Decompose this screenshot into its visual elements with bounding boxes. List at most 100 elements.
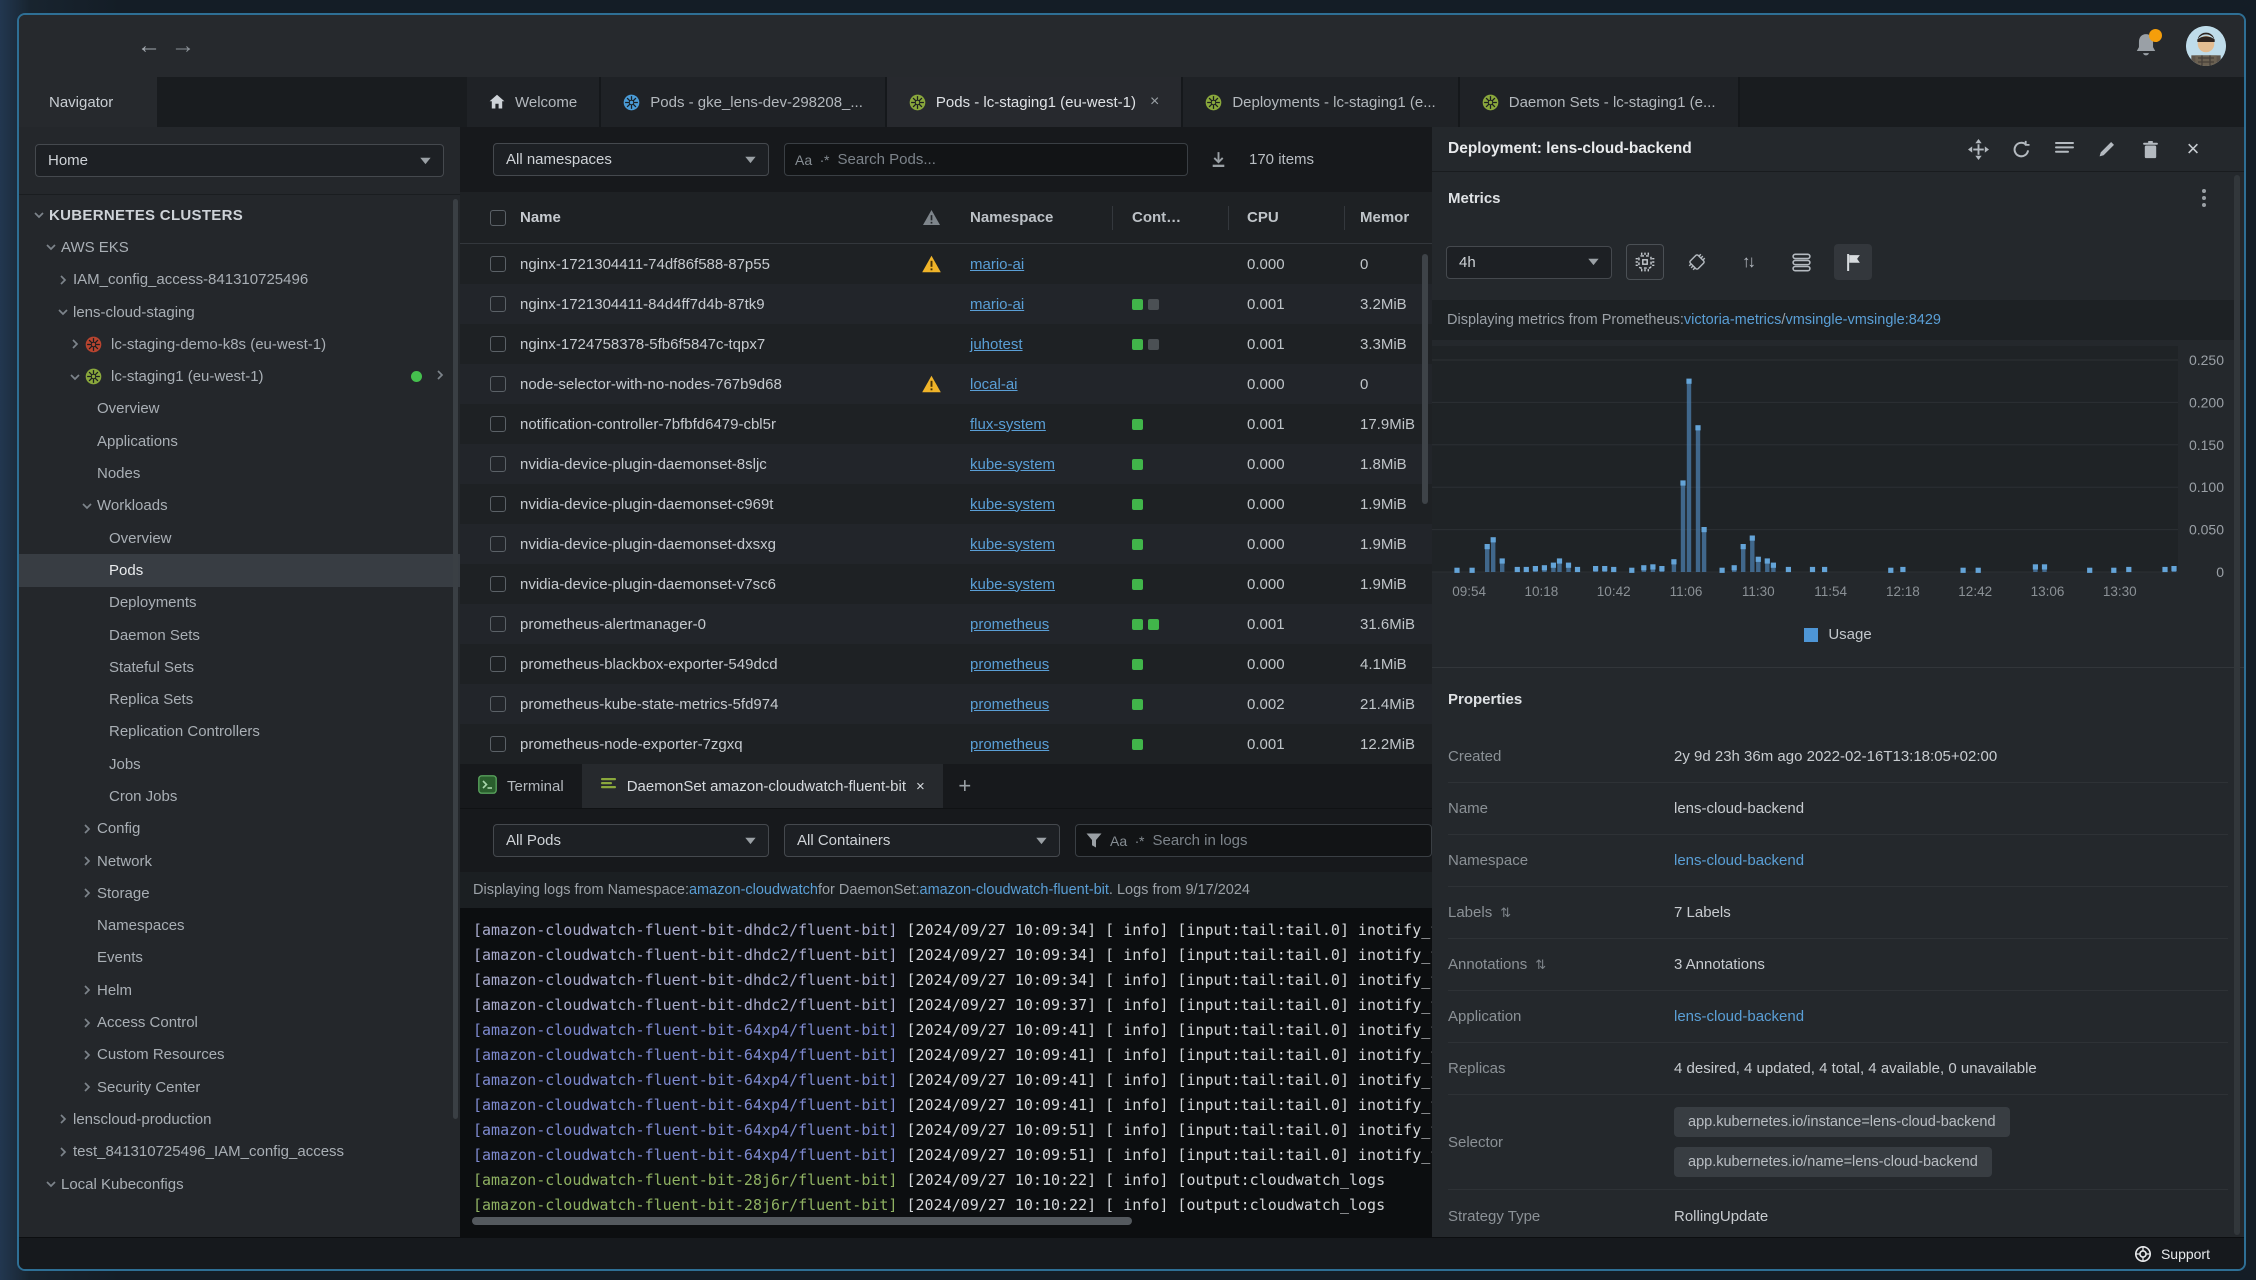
sidebar-item-network[interactable]: Network: [19, 845, 460, 877]
metrics-range-select[interactable]: 4h ▼: [1446, 245, 1612, 279]
namespace-link[interactable]: kube-system: [970, 456, 1055, 473]
column-header-name[interactable]: Name: [520, 209, 892, 226]
sidebar-item-cron-jobs[interactable]: Cron Jobs: [19, 780, 460, 812]
table-row[interactable]: nginx-1724758378-5fb6f5847c-tqpx7 juhotes…: [460, 324, 1432, 364]
match-case-icon[interactable]: Aa: [795, 152, 812, 168]
chevron-right-icon[interactable]: [434, 368, 446, 385]
chevron-down-icon[interactable]: [41, 240, 61, 254]
sidebar-item-custom-resources[interactable]: Custom Resources: [19, 1039, 460, 1071]
sidebar-item-workloads[interactable]: Workloads: [19, 490, 460, 522]
flag-metric-button[interactable]: [1834, 244, 1872, 280]
row-checkbox[interactable]: [490, 256, 506, 272]
row-checkbox[interactable]: [490, 536, 506, 552]
chevron-down-icon[interactable]: [65, 370, 85, 384]
chevron-right-icon[interactable]: [53, 1112, 73, 1126]
dock-active-tab[interactable]: DaemonSet amazon-cloudwatch-fluent-bit ×: [581, 764, 943, 808]
chevron-right-icon[interactable]: [77, 1048, 97, 1062]
row-checkbox[interactable]: [490, 456, 506, 472]
sidebar-item-test-841310725496-iam-config-access[interactable]: test_841310725496_IAM_config_access: [19, 1136, 460, 1168]
sidebar-item-lens-cloud-staging[interactable]: lens-cloud-staging: [19, 296, 460, 328]
containers-filter[interactable]: All Containers ▼: [784, 824, 1060, 857]
tab-daemon-sets-lc-staging1-e[interactable]: Daemon Sets - lc-staging1 (e...: [1459, 77, 1740, 127]
sidebar-item-replication-controllers[interactable]: Replication Controllers: [19, 716, 460, 748]
terminal-tab[interactable]: Terminal: [460, 764, 582, 808]
close-tab-icon[interactable]: ×: [1150, 93, 1159, 111]
sidebar-item-storage[interactable]: Storage: [19, 877, 460, 909]
table-row[interactable]: prometheus-kube-state-metrics-5fd974 prom…: [460, 684, 1432, 724]
column-header-warnings[interactable]: [892, 209, 970, 226]
sidebar-item-events[interactable]: Events: [19, 942, 460, 974]
row-checkbox[interactable]: [490, 696, 506, 712]
sidebar-item-nodes[interactable]: Nodes: [19, 457, 460, 489]
row-checkbox[interactable]: [490, 736, 506, 752]
chevron-down-icon[interactable]: [29, 208, 49, 222]
chevron-right-icon[interactable]: [53, 273, 73, 287]
chart-legend[interactable]: Usage: [1432, 602, 2244, 667]
table-row[interactable]: nvidia-device-plugin-daemonset-c969t kube…: [460, 484, 1432, 524]
namespace-link[interactable]: prometheus: [970, 696, 1049, 713]
match-case-icon[interactable]: Aa: [1110, 833, 1127, 849]
table-row[interactable]: prometheus-node-exporter-7zgxq prometheus…: [460, 724, 1432, 764]
row-checkbox[interactable]: [490, 416, 506, 432]
row-checkbox[interactable]: [490, 336, 506, 352]
row-checkbox[interactable]: [490, 616, 506, 632]
pods-search-input[interactable]: [837, 151, 1177, 168]
namespace-link[interactable]: flux-system: [970, 416, 1046, 433]
sidebar-item-access-control[interactable]: Access Control: [19, 1006, 460, 1038]
namespace-link[interactable]: prometheus: [970, 656, 1049, 673]
chevron-right-icon[interactable]: [77, 822, 97, 836]
filesystem-metric-button[interactable]: [1782, 244, 1820, 280]
back-button[interactable]: ←: [132, 29, 166, 63]
table-row[interactable]: prometheus-blackbox-exporter-549dcd prome…: [460, 644, 1432, 684]
regex-icon[interactable]: ∙*: [820, 152, 829, 168]
sidebar-item-security-center[interactable]: Security Center: [19, 1071, 460, 1103]
namespace-link[interactable]: mario-ai: [970, 256, 1024, 273]
cpu-metric-button[interactable]: [1626, 244, 1664, 280]
sidebar-item-namespaces[interactable]: Namespaces: [19, 910, 460, 942]
sidebar-item-jobs[interactable]: Jobs: [19, 748, 460, 780]
log-daemonset-link[interactable]: amazon-cloudwatch-fluent-bit: [920, 882, 1109, 898]
logs-search-input[interactable]: [1152, 832, 1421, 849]
namespace-filter[interactable]: All namespaces ▼: [493, 143, 769, 176]
log-namespace-link[interactable]: amazon-cloudwatch: [689, 882, 818, 898]
chevron-down-icon[interactable]: [41, 1177, 61, 1191]
metrics-endpoint-link[interactable]: vmsingle-vmsingle:8429: [1785, 312, 1941, 328]
tab-pods-lc-staging1-eu-west-1[interactable]: Pods - lc-staging1 (eu-west-1) ×: [886, 77, 1184, 127]
sort-toggle-icon[interactable]: ⇅: [1535, 957, 1546, 973]
sidebar-item-overview[interactable]: Overview: [19, 393, 460, 425]
sidebar-scrollbar[interactable]: [453, 199, 458, 1119]
chevron-right-icon[interactable]: [77, 983, 97, 997]
table-row[interactable]: nginx-1721304411-84d4ff7d4b-87tk9 mario-a…: [460, 284, 1432, 324]
table-row[interactable]: nginx-1721304411-74df86f588-87p55 mario-a…: [460, 244, 1432, 284]
tab-welcome[interactable]: Welcome: [467, 77, 602, 127]
sidebar-item-local-kubeconfigs[interactable]: Local Kubeconfigs: [19, 1168, 460, 1200]
sidebar-item-lc-staging1-eu-west-1[interactable]: lc-staging1 (eu-west-1): [19, 360, 460, 392]
select-all-checkbox[interactable]: [490, 209, 506, 226]
sidebar-item-applications[interactable]: Applications: [19, 425, 460, 457]
regex-icon[interactable]: ∙*: [1135, 833, 1144, 849]
network-metric-button[interactable]: ↑↓: [1730, 244, 1768, 280]
download-button[interactable]: [1209, 150, 1228, 169]
tab-pods-gke-lens-dev-298208[interactable]: Pods - gke_lens-dev-298208_...: [601, 77, 887, 127]
namespace-link[interactable]: prometheus: [970, 616, 1049, 633]
sidebar-item-lc-staging-demo-k8s-eu-west-1[interactable]: lc-staging-demo-k8s (eu-west-1): [19, 328, 460, 360]
refresh-button[interactable]: [2010, 138, 2032, 160]
property-link[interactable]: lens-cloud-backend: [1674, 1008, 1804, 1025]
notifications-button[interactable]: [2134, 29, 2162, 60]
chevron-right-icon[interactable]: [77, 854, 97, 868]
table-row[interactable]: prometheus-alertmanager-0 prometheus 0.001…: [460, 604, 1432, 644]
property-link[interactable]: lens-cloud-backend: [1674, 852, 1804, 869]
chevron-right-icon[interactable]: [77, 886, 97, 900]
column-header-namespace[interactable]: Namespace: [970, 209, 1132, 226]
user-avatar[interactable]: [2186, 26, 2226, 66]
namespace-link[interactable]: juhotest: [970, 336, 1023, 353]
table-row[interactable]: nvidia-device-plugin-daemonset-dxsxg kube…: [460, 524, 1432, 564]
namespace-link[interactable]: prometheus: [970, 736, 1049, 753]
close-dock-tab-button[interactable]: ×: [916, 778, 925, 795]
table-row[interactable]: nvidia-device-plugin-daemonset-8sljc kube…: [460, 444, 1432, 484]
chevron-down-icon[interactable]: [77, 499, 97, 513]
chevron-down-icon[interactable]: [53, 305, 73, 319]
sidebar-item-iam-config-access-841310725496[interactable]: IAM_config_access-841310725496: [19, 264, 460, 296]
sort-toggle-icon[interactable]: ⇅: [1500, 905, 1511, 921]
memory-metric-button[interactable]: [1678, 244, 1716, 280]
